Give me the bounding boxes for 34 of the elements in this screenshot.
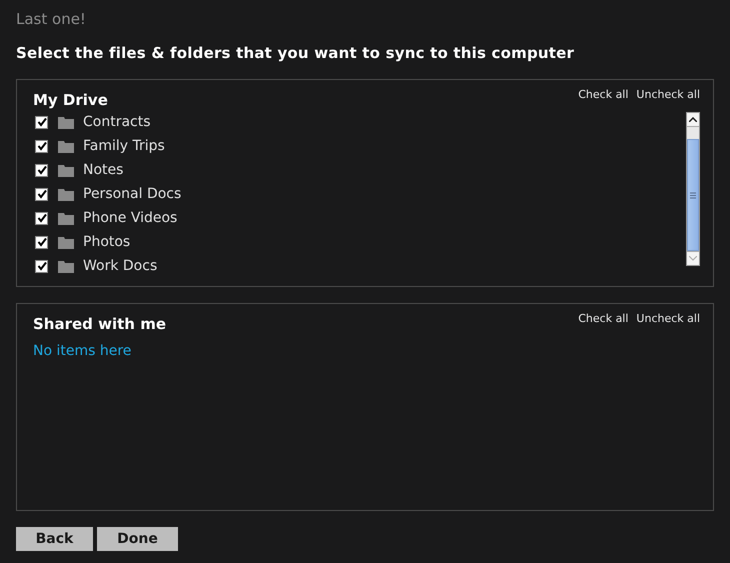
heading: Select the files & folders that you want to sync to this computer — [16, 44, 576, 62]
folder-name: Personal Docs — [83, 186, 182, 202]
step-label: Last one! — [16, 10, 87, 28]
section-title: My Drive — [33, 91, 108, 109]
check-all-link[interactable]: Check all — [578, 312, 628, 325]
section-title: Shared with me — [33, 315, 166, 333]
folder-icon — [58, 212, 74, 224]
folder-icon — [58, 188, 74, 200]
folder-icon — [58, 236, 74, 248]
folder-icon — [58, 260, 74, 272]
checkbox[interactable] — [35, 236, 48, 248]
folder-name: Family Trips — [83, 138, 165, 154]
folder-name: Phone Videos — [83, 210, 178, 226]
checkbox[interactable] — [35, 164, 48, 176]
uncheck-all-link[interactable]: Uncheck all — [636, 88, 700, 101]
checkbox[interactable] — [35, 260, 48, 272]
folder-icon — [58, 116, 74, 128]
folder-name: Contracts — [83, 114, 151, 130]
checkbox[interactable] — [35, 212, 48, 224]
checkbox[interactable] — [35, 188, 48, 200]
folder-name: Notes — [83, 162, 124, 178]
uncheck-all-link[interactable]: Uncheck all — [636, 312, 700, 325]
checkbox[interactable] — [35, 116, 48, 128]
checkbox[interactable] — [35, 140, 48, 152]
back-button[interactable]: Back — [16, 527, 93, 551]
scrollbar[interactable] — [686, 112, 700, 266]
empty-message: No items here — [33, 343, 132, 359]
folder-name: Work Docs — [83, 258, 158, 274]
folder-icon — [58, 164, 74, 176]
folder-name: Photos — [83, 234, 130, 250]
folder-icon — [58, 140, 74, 152]
done-button[interactable]: Done — [97, 527, 178, 551]
grip-icon — [690, 192, 696, 198]
check-all-link[interactable]: Check all — [578, 88, 628, 101]
